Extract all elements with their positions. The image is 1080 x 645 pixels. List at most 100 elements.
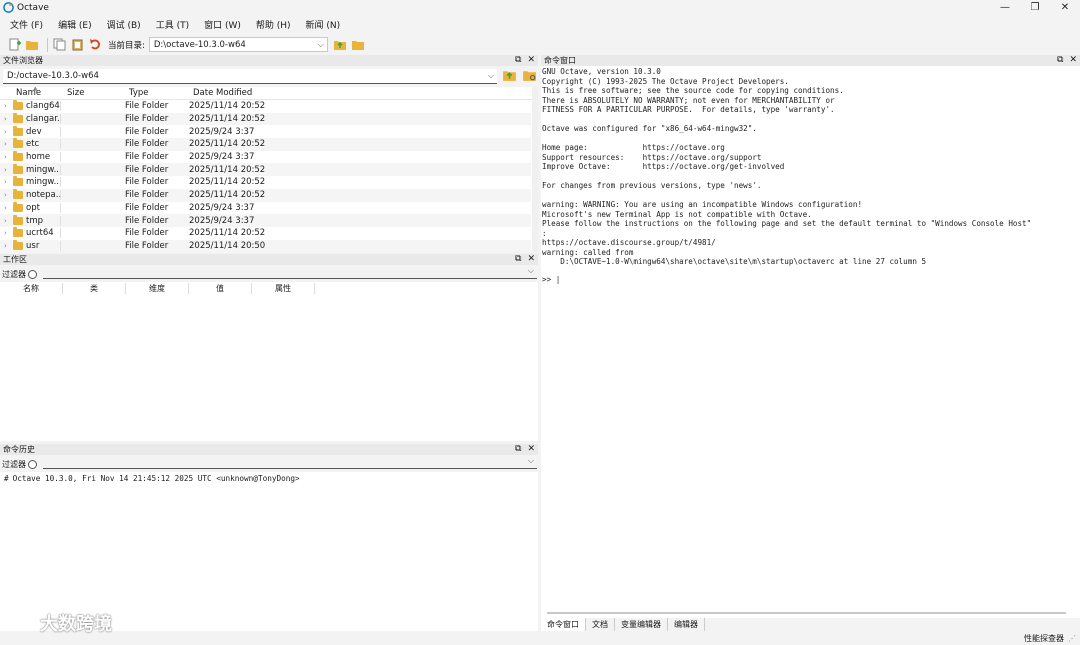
close-panel-icon[interactable]: ✕ (527, 55, 535, 66)
history-filter-row: 过滤器 ⌵ (0, 456, 538, 471)
history-entry: Octave 10.3.0, Fri Nov 14 21:45:12 2025 … (12, 473, 300, 483)
minimize-button[interactable]: — (990, 0, 1020, 15)
expand-arrow-icon[interactable]: › (0, 102, 10, 110)
expand-arrow-icon[interactable]: › (0, 140, 10, 148)
expand-arrow-icon[interactable]: › (0, 242, 10, 250)
open-folder-icon[interactable] (25, 38, 39, 52)
expand-arrow-icon[interactable]: › (0, 128, 10, 136)
file-browser-header: 文件浏览器 ⧉ ✕ (0, 55, 538, 66)
table-row[interactable]: › home File Folder 2025/9/24 3:37 (0, 151, 531, 164)
folder-icon (13, 151, 23, 162)
menu-help[interactable]: 帮助 (H) (250, 18, 297, 31)
column-type[interactable]: Type (127, 88, 191, 98)
maximize-button[interactable]: ❐ (1020, 0, 1050, 15)
file-date: 2025/11/14 20:52 (189, 177, 266, 188)
file-name: usr (26, 240, 61, 251)
column-date-modified[interactable]: Date Modified (191, 88, 331, 98)
file-browser-path-combo[interactable]: D:/octave-10.3.0-w64 ⌵ (3, 69, 497, 84)
menu-news[interactable]: 新闻 (N) (300, 18, 347, 31)
workspace-filter-input[interactable]: ⌵ (43, 266, 537, 279)
menu-debug[interactable]: 调试 (B) (101, 18, 147, 31)
tab-documentation[interactable]: 文档 (586, 618, 615, 631)
command-prompt[interactable]: >> | (542, 275, 560, 284)
folder-settings-icon[interactable] (522, 69, 538, 85)
column-class[interactable]: 类 (63, 282, 126, 294)
resize-grip-icon[interactable]: ⋰ (1068, 634, 1076, 643)
expand-arrow-icon[interactable]: › (0, 229, 10, 237)
close-panel-icon[interactable]: ✕ (527, 254, 535, 265)
filter-label: 过滤器 (2, 269, 26, 279)
expand-arrow-icon[interactable]: › (0, 217, 10, 225)
expand-arrow-icon[interactable]: › (0, 115, 10, 123)
column-dimension[interactable]: 维度 (126, 282, 189, 294)
table-row[interactable]: › opt File Folder 2025/9/24 3:37 (0, 201, 531, 215)
table-row[interactable]: › mingw... File Folder 2025/11/14 20:52 (0, 163, 531, 177)
column-attribute[interactable]: 属性 (252, 282, 315, 294)
current-dir-value: D:\octave-10.3.0-w64 (153, 39, 246, 50)
history-filter-input[interactable]: ⌵ (43, 456, 537, 469)
table-row[interactable]: › notepa... File Folder 2025/11/14 20:52 (0, 188, 531, 202)
tab-variable-editor[interactable]: 变量编辑器 (615, 618, 668, 631)
column-value[interactable]: 值 (189, 282, 252, 294)
command-history-panel: 命令历史 ⧉ ✕ 过滤器 ⌵ # Octave 10.3.0, Fri Nov … (0, 444, 538, 631)
tab-command-window[interactable]: 命令窗口 (541, 618, 586, 631)
file-browser-rows: › clang64 File Folder 2025/11/14 20:52 › clan… (0, 100, 538, 252)
menu-file[interactable]: 文件 (F) (4, 18, 49, 31)
watermark-text: 大数跨境 (40, 614, 112, 635)
vertical-scrollbar[interactable] (532, 87, 538, 252)
folder-icon (13, 239, 23, 250)
expand-arrow-icon[interactable]: › (0, 166, 10, 174)
table-row[interactable]: › clang64 File Folder 2025/11/14 20:52 (0, 100, 531, 113)
file-date: 2025/11/14 20:52 (189, 139, 266, 150)
undock-icon[interactable]: ⧉ (1057, 55, 1063, 66)
table-row[interactable]: › dev File Folder 2025/9/24 3:37 (0, 125, 531, 138)
expand-arrow-icon[interactable]: › (0, 204, 10, 212)
table-row[interactable]: › tmp File Folder 2025/9/24 3:37 (0, 214, 531, 227)
menu-tools[interactable]: 工具 (T) (150, 18, 195, 31)
main-toolbar: 当前目录: D:\octave-10.3.0-w64 ⌵ (0, 34, 1080, 55)
close-panel-icon[interactable]: ✕ (527, 444, 535, 455)
file-type: File Folder (125, 240, 169, 251)
profiler-status[interactable]: 性能探查器 (1024, 633, 1064, 644)
expand-arrow-icon[interactable]: › (0, 178, 10, 186)
file-name: dev (26, 126, 61, 137)
table-row[interactable]: › ucrt64 File Folder 2025/11/14 20:52 (0, 227, 531, 240)
list-item[interactable]: # Octave 10.3.0, Fri Nov 14 21:45:12 202… (0, 472, 538, 484)
menu-edit[interactable]: 编辑 (E) (52, 18, 98, 31)
column-name[interactable]: Name (0, 88, 64, 98)
filter-toggle[interactable] (28, 459, 37, 469)
browse-folder-icon[interactable] (351, 38, 365, 52)
tab-editor[interactable]: 编辑器 (668, 618, 705, 631)
watermark-logo-icon (11, 615, 32, 630)
table-row[interactable]: › usr File Folder 2025/11/14 20:50 (0, 239, 531, 252)
undock-icon[interactable]: ⧉ (515, 55, 521, 66)
file-type: File Folder (125, 114, 169, 125)
column-size[interactable]: Size (64, 88, 127, 98)
folder-icon (13, 227, 23, 238)
parent-dir-icon[interactable] (333, 38, 347, 52)
expand-arrow-icon[interactable]: › (0, 153, 10, 161)
horizontal-scrollbar[interactable] (547, 612, 1066, 614)
close-button[interactable]: ✕ (1050, 0, 1080, 15)
table-row[interactable]: › mingw... File Folder 2025/11/14 20:52 (0, 176, 531, 189)
undock-icon[interactable]: ⧉ (515, 444, 521, 455)
copy-icon[interactable] (52, 38, 66, 52)
close-panel-icon[interactable]: ✕ (1069, 55, 1077, 66)
undock-icon[interactable]: ⧉ (515, 254, 521, 265)
current-dir-combo[interactable]: D:\octave-10.3.0-w64 ⌵ (148, 37, 328, 52)
file-type: File Folder (125, 228, 169, 239)
workspace-header-row: 名称 类 维度 值 属性 (0, 282, 538, 294)
new-script-icon[interactable] (7, 38, 21, 52)
column-name[interactable]: 名称 (0, 282, 63, 294)
parent-dir-icon[interactable] (502, 69, 518, 85)
table-row[interactable]: › clangar... File Folder 2025/11/14 20:52 (0, 112, 531, 126)
sort-ascending-icon: ▲ (33, 87, 38, 92)
menu-window[interactable]: 窗口 (W) (198, 18, 247, 31)
paste-icon[interactable] (70, 38, 84, 52)
filter-toggle[interactable] (28, 269, 37, 279)
watermark: 大数跨境 (10, 610, 112, 636)
file-name: ucrt64 (26, 228, 61, 239)
expand-arrow-icon[interactable]: › (0, 191, 10, 199)
table-row[interactable]: › etc File Folder 2025/11/14 20:52 (0, 138, 531, 151)
undo-icon[interactable] (88, 38, 102, 52)
